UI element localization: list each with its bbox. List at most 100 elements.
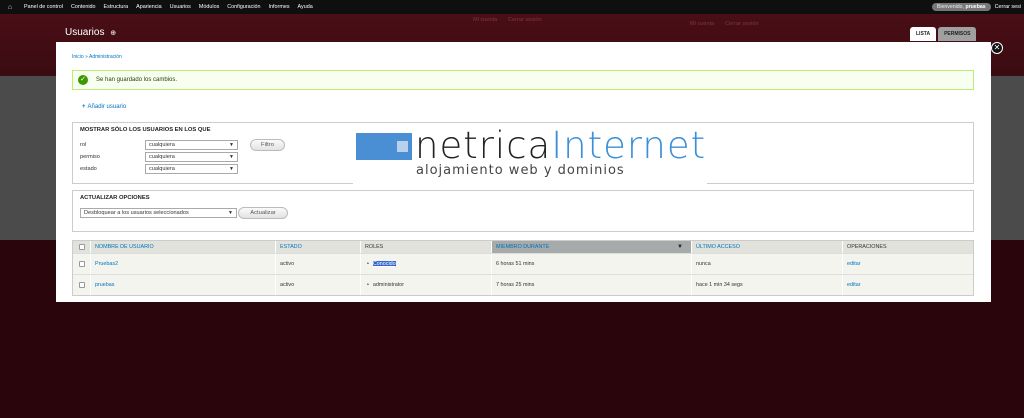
update-options-fieldset: ACTUALIZAR OPCIONES Desbloquear a los us…	[72, 190, 974, 232]
tab-permissions[interactable]: PERMISOS	[938, 27, 977, 41]
username-link[interactable]: Pruebas2	[95, 261, 118, 267]
chevron-down-icon: ▼	[229, 142, 234, 148]
header-roles: ROLES	[360, 241, 491, 253]
home-icon[interactable]: ⌂	[0, 4, 20, 11]
row-select-cell	[73, 254, 90, 274]
last-access-cell: nunca	[691, 254, 842, 274]
row-checkbox[interactable]	[78, 282, 85, 288]
welcome-prefix: Bienvenido,	[936, 4, 964, 10]
toolbar-item-appearance[interactable]: Apariencia	[132, 4, 165, 10]
overlay-tabs: LISTA PERMISOS	[908, 27, 977, 41]
member-for-cell: 7 horas 25 mins	[491, 275, 691, 295]
status-select[interactable]: cualquiera ▼	[145, 164, 238, 174]
toolbar-item-modules[interactable]: Módulos	[195, 4, 223, 10]
toolbar-item-configuration[interactable]: Configuración	[223, 4, 264, 10]
add-user-link[interactable]: + Añadir usuario	[82, 104, 126, 110]
username-link[interactable]: pruebas	[95, 282, 114, 288]
select-all-cell	[73, 241, 90, 253]
role-label: Conocido	[372, 261, 396, 267]
status-message: ✓ Se han guardado los cambios.	[72, 70, 974, 90]
edit-link[interactable]: editar	[847, 282, 861, 288]
status-cell: activo	[275, 254, 360, 274]
roles-cell: • administrator	[360, 275, 491, 295]
toolbar-item-dashboard[interactable]: Panel de control	[20, 4, 67, 10]
header-status[interactable]: ESTADO	[275, 241, 360, 253]
users-table: NOMBRE DE USUARIO ESTADO ROLES MIEMBRO D…	[72, 240, 974, 296]
header-username[interactable]: NOMBRE DE USUARIO	[90, 241, 275, 253]
ghost-my-account-link-2: Mi cuenta	[690, 21, 715, 27]
status-select-value: cualquiera	[149, 166, 175, 172]
filter-label-role: rol	[80, 142, 87, 148]
tab-list[interactable]: LISTA	[910, 27, 937, 41]
role-select-value: cualquiera	[149, 142, 175, 148]
filter-title: MOSTRAR SÓLO LOS USUARIOS EN LOS QUE	[80, 127, 211, 133]
logo-wordmark: netricaInternet	[415, 124, 706, 168]
operations-cell: editar	[842, 254, 973, 274]
chevron-down-icon: ▼	[229, 166, 234, 172]
toolbar-item-reports[interactable]: Informes	[265, 4, 294, 10]
filter-row-permission: permiso cualquiera ▼	[80, 152, 238, 162]
update-action-value: Desbloquear a los usuarios seleccionados	[84, 210, 189, 216]
toolbar-item-content[interactable]: Contenido	[67, 4, 100, 10]
breadcrumb: Inicio » Administración	[72, 54, 122, 60]
username-cell: pruebas	[90, 275, 275, 295]
add-shortcut-icon[interactable]: ⊕	[110, 30, 116, 37]
header-last-access[interactable]: ÚLTIMO ACCESO	[691, 241, 842, 253]
chevron-down-icon: ▼	[229, 154, 234, 160]
role-select[interactable]: cualquiera ▼	[145, 140, 238, 150]
logo-mark	[356, 133, 412, 160]
table-row: Pruebas2 activo • Conocido 6 horas 51 min…	[73, 253, 973, 274]
update-button[interactable]: Actualizar	[238, 207, 288, 219]
plus-icon: +	[82, 104, 86, 110]
status-cell: activo	[275, 275, 360, 295]
table-row: pruebas activo • administrator 7 horas 25…	[73, 274, 973, 295]
edit-link[interactable]: editar	[847, 261, 861, 267]
close-overlay-button[interactable]: ✕	[991, 42, 1003, 54]
admin-toolbar: ⌂ Panel de control Contenido Estructura …	[0, 0, 1024, 14]
status-message-text: Se han guardado los cambios.	[96, 77, 178, 83]
bullet-icon: •	[367, 282, 369, 288]
ghost-logout-link-2: Cerrar sesión	[725, 21, 759, 27]
bullet-icon: •	[367, 261, 369, 267]
filter-row-role: rol cualquiera ▼	[80, 140, 238, 150]
welcome-badge[interactable]: Bienvenido, pruebas	[931, 3, 991, 11]
toolbar-item-people[interactable]: Usuarios	[166, 4, 195, 10]
ghost-logout-link: Cerrar sesión	[508, 17, 542, 23]
toolbar-user-area: Bienvenido, pruebas Cerrar sesi	[931, 0, 1024, 14]
row-checkbox[interactable]	[78, 261, 85, 267]
header-operations: OPERACIONES	[842, 241, 973, 253]
watermark-logo: netricaInternet alojamiento web y domini…	[353, 123, 707, 185]
select-all-checkbox[interactable]	[78, 244, 85, 250]
filter-label-status: estado	[80, 166, 97, 172]
breadcrumb-admin[interactable]: Administración	[89, 54, 122, 60]
header-member-for-label: MIEMBRO DURANTE	[496, 244, 550, 250]
operations-cell: editar	[842, 275, 973, 295]
chevron-down-icon: ▼	[228, 210, 233, 216]
row-select-cell	[73, 275, 90, 295]
permission-select-value: cualquiera	[149, 154, 175, 160]
filter-label-permission: permiso	[80, 154, 100, 160]
add-user-label: Añadir usuario	[87, 104, 127, 110]
username-cell: Pruebas2	[90, 254, 275, 274]
breadcrumb-home[interactable]: Inicio	[72, 54, 84, 60]
toolbar-logout-link[interactable]: Cerrar sesi	[995, 4, 1024, 10]
page-title: Usuarios	[65, 27, 105, 38]
filter-button[interactable]: Filtro	[250, 139, 285, 151]
logo-part1: netrica	[415, 124, 552, 167]
ghost-my-account-link: Mi cuenta	[473, 17, 498, 23]
welcome-username: pruebas	[965, 4, 986, 10]
logo-part2: Internet	[551, 124, 707, 167]
overlay-title: Usuarios ⊕	[65, 27, 116, 38]
role-label: administrator	[372, 282, 405, 288]
member-for-cell: 6 horas 51 mins	[491, 254, 691, 274]
toolbar-item-help[interactable]: Ayuda	[294, 4, 317, 10]
logo-mark-inner	[397, 141, 408, 152]
permission-select[interactable]: cualquiera ▼	[145, 152, 238, 162]
header-member-for[interactable]: MIEMBRO DURANTE ▼	[491, 241, 691, 253]
sort-desc-icon: ▼	[677, 244, 683, 250]
logo-tagline: alojamiento web y dominios	[416, 163, 625, 178]
roles-cell: • Conocido	[360, 254, 491, 274]
update-action-select[interactable]: Desbloquear a los usuarios seleccionados…	[80, 208, 237, 218]
table-header: NOMBRE DE USUARIO ESTADO ROLES MIEMBRO D…	[73, 241, 973, 253]
toolbar-item-structure[interactable]: Estructura	[100, 4, 133, 10]
